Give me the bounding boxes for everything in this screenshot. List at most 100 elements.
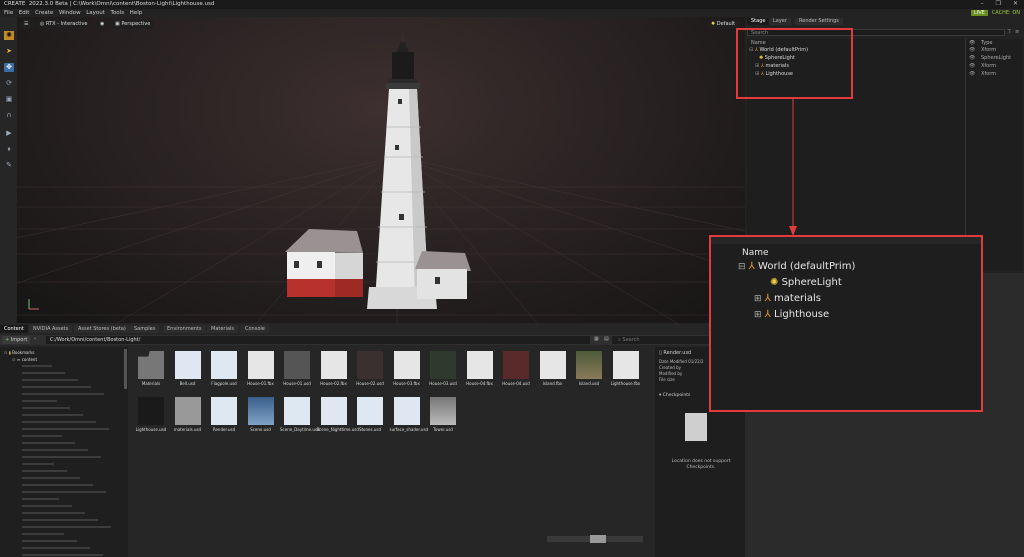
tree-folder-row[interactable]: [22, 393, 104, 395]
rotate-icon[interactable]: ⟳: [4, 79, 14, 88]
tab-asset-stores[interactable]: Asset Stores (beta): [74, 325, 130, 333]
tree-folder-row[interactable]: [22, 498, 59, 500]
zoom-slider-handle[interactable]: [590, 535, 606, 543]
import-button[interactable]: + Import: [2, 336, 31, 344]
tree-folder-row[interactable]: [22, 463, 54, 465]
play-icon[interactable]: ▶: [4, 129, 14, 138]
tree-folder-row[interactable]: [22, 386, 91, 388]
back-icon[interactable]: ‹: [34, 336, 36, 342]
tree-folder-row[interactable]: [22, 491, 106, 493]
tree-folder-row[interactable]: [22, 407, 70, 409]
pause-icon[interactable]: ⏸: [4, 145, 14, 154]
move-icon[interactable]: ✥: [4, 63, 14, 72]
tree-folder-row[interactable]: [22, 477, 80, 479]
asset-item[interactable]: House-01.fbx: [244, 351, 278, 386]
list-view-icon[interactable]: ▤: [604, 336, 609, 342]
tree-content[interactable]: ⊟ ▬ content: [12, 356, 37, 364]
omniverse-logo-icon[interactable]: ✺: [4, 31, 14, 40]
viewport[interactable]: ☰ ◎ RTX - Interactive ◉ ▣ Perspective ✹ …: [17, 17, 745, 323]
tree-folder-row[interactable]: [22, 442, 75, 444]
camera-button[interactable]: ▣ Perspective: [111, 20, 155, 29]
tab-nvidia-assets[interactable]: NVIDIA Assets: [29, 325, 73, 333]
asset-item[interactable]: Flagpole.usd: [207, 351, 241, 386]
tab-render-settings[interactable]: Render Settings: [795, 18, 843, 25]
checkpoints-header[interactable]: ▾ Checkpoints: [659, 393, 690, 398]
asset-item[interactable]: Island.fbx: [536, 351, 570, 386]
cache-status[interactable]: CACHE: ON: [992, 10, 1020, 16]
live-badge[interactable]: LIVE: [970, 10, 988, 16]
menu-create[interactable]: Create: [35, 10, 53, 16]
tree-folder-row[interactable]: [22, 372, 65, 374]
tree-folder-row[interactable]: [22, 435, 62, 437]
paint-icon[interactable]: ✎: [4, 161, 14, 170]
asset-item[interactable]: Render.usd: [207, 397, 241, 432]
tree-folder-row[interactable]: [22, 449, 88, 451]
asset-item[interactable]: House-01.usd: [280, 351, 314, 386]
visibility-toggle-icon[interactable]: 👁: [969, 46, 975, 54]
tab-samples[interactable]: Samples: [130, 325, 160, 333]
options-icon[interactable]: ≡: [1015, 29, 1019, 35]
tab-layer[interactable]: Layer: [769, 18, 791, 25]
asset-item[interactable]: Stones.usd: [353, 397, 387, 432]
tree-folder-row[interactable]: [22, 379, 78, 381]
default-settings-button[interactable]: ✹ Default: [707, 20, 740, 29]
tree-folder-row[interactable]: [22, 519, 98, 521]
asset-item[interactable]: House-03.usd: [426, 351, 460, 386]
tree-folder-row[interactable]: [22, 554, 103, 556]
visibility-toggle-icon[interactable]: 👁: [969, 62, 975, 70]
asset-item[interactable]: Tower.usd: [426, 397, 460, 432]
tree-folder-row[interactable]: [22, 421, 96, 423]
tree-folder-row[interactable]: [22, 428, 109, 430]
tree-folder-row[interactable]: [22, 512, 85, 514]
asset-item[interactable]: Materials: [134, 351, 168, 386]
visibility-toggle-icon[interactable]: 👁: [969, 70, 975, 78]
menu-help[interactable]: Help: [130, 10, 143, 16]
tree-folder-row[interactable]: [22, 365, 52, 367]
tab-materials[interactable]: Materials: [207, 325, 238, 333]
asset-item[interactable]: House-02.usd: [353, 351, 387, 386]
filter-icon[interactable]: ⊤: [1007, 29, 1011, 35]
asset-item[interactable]: House-04.usd: [499, 351, 533, 386]
asset-item[interactable]: Island.usd: [572, 351, 606, 386]
menu-edit[interactable]: Edit: [19, 10, 30, 16]
asset-item[interactable]: surface_shader.usd: [390, 397, 428, 432]
minimize-icon[interactable]: –: [981, 0, 984, 7]
menu-file[interactable]: File: [4, 10, 13, 16]
scale-icon[interactable]: ▣: [4, 95, 14, 104]
visibility-toggle-icon[interactable]: 👁: [969, 54, 975, 62]
tree-folder-row[interactable]: [22, 505, 72, 507]
close-icon[interactable]: ✕: [1013, 0, 1018, 7]
tab-stage[interactable]: Stage: [747, 18, 770, 25]
tree-folder-row[interactable]: [22, 484, 93, 486]
address-input[interactable]: C:/Work/Omni/content/Boston-Light/: [46, 336, 590, 344]
asset-item[interactable]: Scene_Nighttime.usd: [317, 397, 359, 432]
render-mode-button[interactable]: ◎ RTX - Interactive: [36, 20, 92, 29]
eye-icon[interactable]: ◉: [96, 20, 109, 29]
tree-folder-row[interactable]: [22, 456, 101, 458]
select-icon[interactable]: ➤: [4, 47, 14, 56]
tree-folder-row[interactable]: [22, 526, 111, 528]
grid-view-icon[interactable]: ▦: [594, 336, 599, 342]
tab-environments[interactable]: Environments: [163, 325, 206, 333]
tab-console[interactable]: Console: [241, 325, 269, 333]
viewport-menu-icon[interactable]: ☰: [20, 20, 36, 29]
menu-tools[interactable]: Tools: [111, 10, 125, 16]
tree-scrollbar[interactable]: [124, 349, 127, 389]
asset-item[interactable]: House-03.fbx: [390, 351, 424, 386]
asset-item[interactable]: Scene_Daytime.usd: [280, 397, 320, 432]
asset-item[interactable]: Bell.usd: [171, 351, 205, 386]
tab-content[interactable]: Content: [0, 325, 28, 333]
asset-item[interactable]: Scene.usd: [244, 397, 278, 432]
menu-window[interactable]: Window: [59, 10, 81, 16]
tree-folder-row[interactable]: [22, 540, 77, 542]
tree-folder-row[interactable]: [22, 547, 90, 549]
asset-item[interactable]: House-02.fbx: [317, 351, 351, 386]
tree-folder-row[interactable]: [22, 470, 67, 472]
menu-layout[interactable]: Layout: [86, 10, 105, 16]
tree-folder-row[interactable]: [22, 400, 57, 402]
restore-icon[interactable]: ❐: [996, 0, 1001, 7]
asset-item[interactable]: Lighthouse.usd: [134, 397, 168, 432]
asset-item[interactable]: Lighthouse.fbx: [609, 351, 643, 386]
tree-folder-row[interactable]: [22, 533, 64, 535]
asset-item[interactable]: House-04.fbx: [463, 351, 497, 386]
